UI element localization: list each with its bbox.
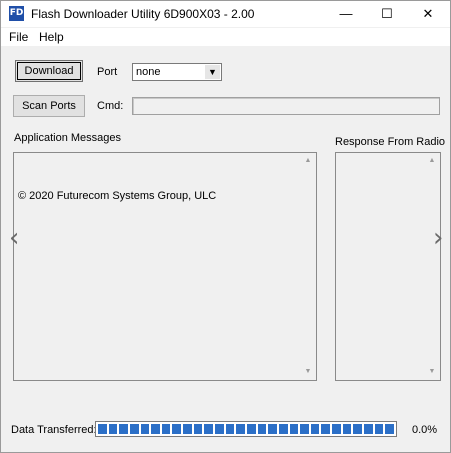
scroll-down-icon[interactable]: ▼ xyxy=(424,364,440,380)
application-messages-list[interactable]: © 2020 Futurecom Systems Group, ULC ▲ ▼ xyxy=(13,152,317,381)
close-button[interactable]: ✕ xyxy=(408,1,448,27)
progress-segment xyxy=(289,424,299,434)
progress-segment xyxy=(321,424,331,434)
messages-scrollbar[interactable]: ▲ ▼ xyxy=(300,153,316,380)
progress-segment xyxy=(385,424,394,434)
list-item: © 2020 Futurecom Systems Group, ULC xyxy=(18,190,217,202)
cmd-input[interactable] xyxy=(132,97,440,115)
app-window: FD Flash Downloader Utility 6D900X03 - 2… xyxy=(0,0,451,453)
port-select[interactable]: none ▼ xyxy=(132,63,222,81)
progress-segment xyxy=(332,424,341,434)
progress-segment xyxy=(374,424,384,434)
progress-segment xyxy=(183,424,192,434)
progress-segment xyxy=(119,424,128,434)
progress-segment xyxy=(129,424,139,434)
radio-response-list[interactable]: ▲ ▼ xyxy=(335,152,441,381)
port-select-value: none xyxy=(136,66,161,78)
progress-segment xyxy=(364,424,373,434)
client-area: Download Port none ▼ Scan Ports Cmd: App… xyxy=(1,47,450,452)
progress-segment xyxy=(310,424,320,434)
progress-segment xyxy=(246,424,256,434)
menu-file[interactable]: File xyxy=(9,30,28,44)
progress-segment xyxy=(215,424,224,434)
chevron-down-icon[interactable]: ▼ xyxy=(205,65,220,79)
download-button[interactable]: Download xyxy=(15,60,83,82)
progress-segment xyxy=(204,424,214,434)
progress-segment xyxy=(172,424,182,434)
progress-segment xyxy=(108,424,118,434)
progress-segment xyxy=(161,424,171,434)
window-title: Flash Downloader Utility 6D900X03 - 2.00 xyxy=(31,7,255,21)
progress-segment xyxy=(342,424,352,434)
progress-segment xyxy=(193,424,203,434)
application-messages-label: Application Messages xyxy=(14,132,122,144)
app-icon[interactable]: FD xyxy=(9,6,24,21)
scroll-up-icon[interactable]: ▲ xyxy=(424,153,440,169)
port-label: Port xyxy=(97,66,118,78)
progress-segment xyxy=(236,424,245,434)
menu-bar: File Help xyxy=(1,28,450,46)
progress-segment xyxy=(268,424,277,434)
chevron-left-icon[interactable]: ‹ xyxy=(9,223,19,253)
radio-response-scrollbar[interactable]: ▲ ▼ xyxy=(424,153,440,380)
progress-segment xyxy=(257,424,267,434)
menu-help[interactable]: Help xyxy=(39,30,64,44)
progress-bar xyxy=(95,421,397,437)
maximize-button[interactable]: ☐ xyxy=(367,1,407,27)
title-bar[interactable]: FD Flash Downloader Utility 6D900X03 - 2… xyxy=(1,1,450,27)
chevron-right-icon[interactable]: › xyxy=(433,223,443,253)
scroll-down-icon[interactable]: ▼ xyxy=(300,364,316,380)
cmd-label: Cmd: xyxy=(97,100,124,112)
progress-segment xyxy=(140,424,150,434)
minimize-button[interactable]: — xyxy=(326,1,366,27)
progress-segment xyxy=(300,424,309,434)
data-transferred-label: Data Transferred: xyxy=(11,424,97,436)
progress-segment xyxy=(278,424,288,434)
progress-segment xyxy=(225,424,235,434)
scroll-up-icon[interactable]: ▲ xyxy=(300,153,316,169)
scan-ports-button[interactable]: Scan Ports xyxy=(13,95,85,117)
progress-segment xyxy=(151,424,160,434)
response-from-radio-label: Response From Radio xyxy=(335,136,446,148)
percent-text: 0.0% xyxy=(412,424,438,436)
progress-segment xyxy=(98,424,107,434)
progress-segment xyxy=(353,424,363,434)
progress-fill xyxy=(98,424,394,434)
